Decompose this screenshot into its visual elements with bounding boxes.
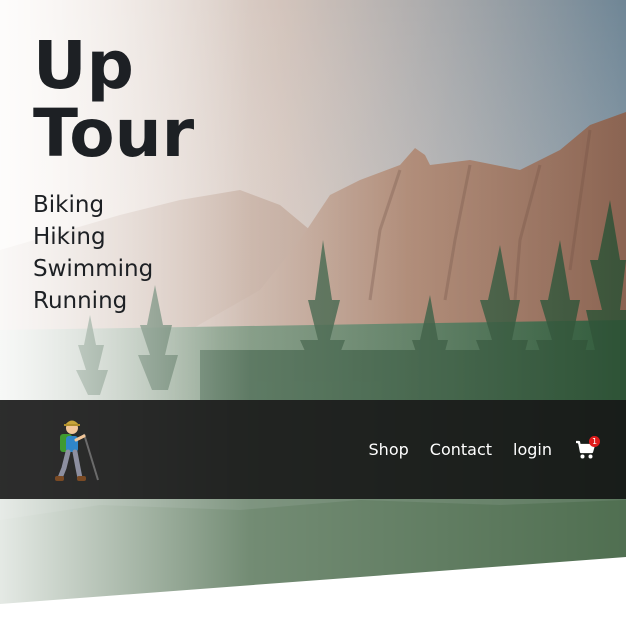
activity-list: Biking Hiking Swimming Running xyxy=(33,189,153,317)
hiker-icon[interactable] xyxy=(46,412,102,488)
brand-line-1: Up xyxy=(33,27,134,104)
activity-item: Running xyxy=(33,288,128,314)
brand-line-2: Tour xyxy=(33,95,195,172)
cart-button[interactable]: 1 xyxy=(575,436,605,464)
site-brand-title: Up Tour xyxy=(33,32,194,168)
nav-link-contact[interactable]: Contact xyxy=(430,440,492,460)
main-navbar: Shop Contact login 1 xyxy=(0,400,626,499)
nav-link-login[interactable]: login xyxy=(513,440,552,460)
nav-link-shop[interactable]: Shop xyxy=(369,440,409,460)
nav-links: Shop Contact login xyxy=(369,400,552,499)
cart-count-badge: 1 xyxy=(589,436,600,447)
activity-item: Hiking xyxy=(33,224,106,250)
activity-item: Biking xyxy=(33,192,105,218)
activity-item: Swimming xyxy=(33,256,154,282)
hero-section: Up Tour Biking Hiking Swimming Running xyxy=(0,0,626,626)
